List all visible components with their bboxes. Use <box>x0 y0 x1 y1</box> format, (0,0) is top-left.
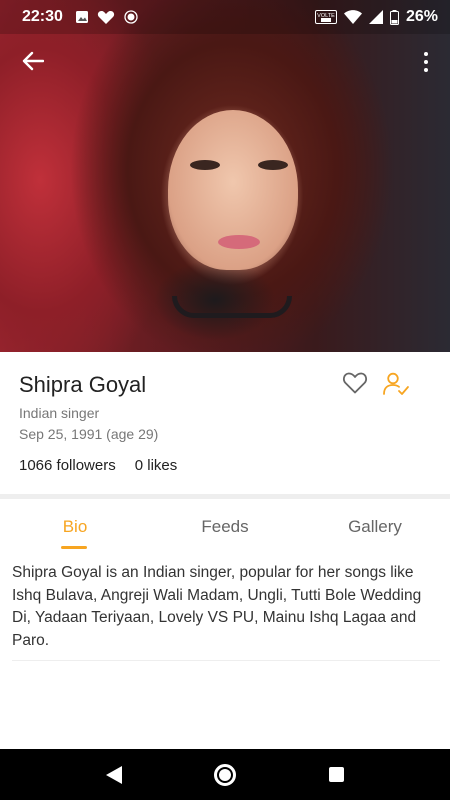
active-tab-indicator <box>61 546 87 549</box>
heart-icon <box>97 10 115 24</box>
tab-gallery-label: Gallery <box>348 517 402 536</box>
tab-gallery[interactable]: Gallery <box>300 500 450 552</box>
arrow-left-icon <box>22 51 44 71</box>
image-icon <box>75 11 88 23</box>
battery-icon <box>389 9 399 25</box>
profile-name: Shipra Goyal <box>19 372 147 397</box>
system-nav-bar <box>0 749 450 800</box>
bio-divider <box>12 660 440 661</box>
necklace <box>172 296 292 318</box>
right-eye <box>258 160 288 170</box>
more-vertical-icon <box>424 52 428 56</box>
profile-subtitle: Indian singer <box>19 405 100 421</box>
status-bar: 22:30 VOLTE 26% <box>0 0 450 34</box>
like-button[interactable] <box>342 371 368 397</box>
likes-count[interactable]: 0 likes <box>135 457 178 474</box>
lips <box>218 235 260 249</box>
bio-text: Shipra Goyal is an Indian singer, popula… <box>12 564 422 649</box>
wifi-icon <box>343 10 362 24</box>
tab-feeds[interactable]: Feeds <box>150 500 300 552</box>
home-circle-icon[interactable] <box>214 763 237 786</box>
tab-feeds-label: Feeds <box>201 517 249 536</box>
profile-info: Shipra Goyal Indian singer Sep 25, 1991 … <box>0 352 450 494</box>
status-time: 22:30 <box>22 8 63 25</box>
section-divider <box>0 494 450 499</box>
tab-bio-label: Bio <box>62 517 88 536</box>
profile-cover-photo <box>0 0 450 352</box>
signal-icon <box>368 10 383 24</box>
back-triangle-icon[interactable] <box>106 765 123 784</box>
followers-count[interactable]: 1066 followers <box>19 457 116 474</box>
battery-percent: 26% <box>405 8 438 25</box>
heart-outline-icon <box>342 372 368 394</box>
location-icon <box>124 10 138 24</box>
follow-button[interactable] <box>382 371 410 397</box>
profile-stats: 1066 followers 0 likes <box>19 457 177 474</box>
volte-icon: VOLTE <box>314 10 337 24</box>
recents-square-icon[interactable] <box>328 767 344 782</box>
tab-bio[interactable]: Bio <box>0 500 150 552</box>
user-follow-icon <box>383 372 409 395</box>
back-button[interactable] <box>16 46 50 76</box>
profile-tabs: Bio Feeds Gallery <box>0 500 450 552</box>
left-eye <box>190 160 220 170</box>
profile-birthdate: Sep 25, 1991 (age 29) <box>19 426 159 442</box>
more-options-button[interactable] <box>416 48 436 76</box>
